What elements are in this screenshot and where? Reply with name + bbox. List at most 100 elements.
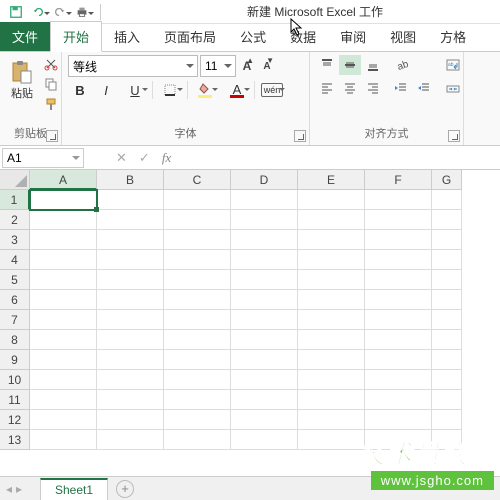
row-header[interactable]: 12 [0,410,30,430]
cell[interactable] [97,190,164,210]
cell[interactable] [365,250,432,270]
sheet-tab[interactable]: Sheet1 [40,478,108,500]
cell[interactable] [231,230,298,250]
fx-icon[interactable]: fx [162,150,171,166]
row-header[interactable]: 5 [0,270,30,290]
align-center-icon[interactable] [339,78,361,98]
wrap-text-icon[interactable]: ab [443,55,463,75]
copy-icon[interactable] [42,75,60,93]
align-left-icon[interactable] [316,78,338,98]
cell[interactable] [432,230,462,250]
cell[interactable] [164,390,231,410]
row-header[interactable]: 8 [0,330,30,350]
cell[interactable] [164,350,231,370]
redo-icon[interactable] [50,2,70,22]
col-header[interactable]: C [164,170,231,190]
select-all-corner[interactable] [0,170,30,190]
cell[interactable] [97,390,164,410]
cell[interactable] [231,370,298,390]
row-header[interactable]: 7 [0,310,30,330]
row-header[interactable]: 2 [0,210,30,230]
cell[interactable] [97,410,164,430]
row-header[interactable]: 9 [0,350,30,370]
tab-home[interactable]: 开始 [50,21,102,52]
col-header[interactable]: E [298,170,365,190]
cell[interactable] [30,330,97,350]
cell[interactable] [432,410,462,430]
printer-icon[interactable] [72,2,92,22]
cell[interactable] [231,410,298,430]
align-launcher[interactable] [448,130,460,142]
cell[interactable] [365,210,432,230]
cell[interactable] [298,310,365,330]
fill-color-button[interactable] [190,80,220,100]
cell[interactable] [231,270,298,290]
add-sheet-button[interactable]: + [116,480,134,498]
tab-review[interactable]: 审阅 [328,22,378,51]
cell[interactable] [231,290,298,310]
cell[interactable] [231,190,298,210]
cell[interactable] [97,270,164,290]
cell[interactable] [231,330,298,350]
sheet-nav-arrows[interactable]: ◂▸ [6,482,22,496]
cell[interactable] [164,270,231,290]
indent-decrease-icon[interactable] [390,78,412,98]
tab-insert[interactable]: 插入 [102,22,152,51]
cell[interactable] [298,430,365,450]
cell[interactable] [298,250,365,270]
cell[interactable] [432,310,462,330]
tab-square[interactable]: 方格 [428,22,478,51]
cell[interactable] [164,190,231,210]
cell[interactable] [30,210,97,230]
cell[interactable] [164,310,231,330]
cell[interactable] [97,310,164,330]
font-family-select[interactable]: 等线 [68,55,198,77]
save-icon[interactable] [6,2,26,22]
cell[interactable] [164,330,231,350]
cell[interactable] [298,230,365,250]
phonetic-button[interactable]: wén [257,80,287,100]
cell[interactable] [164,210,231,230]
row-header[interactable]: 1 [0,190,30,210]
cell[interactable] [97,370,164,390]
cell[interactable] [432,270,462,290]
cell[interactable] [365,410,432,430]
align-top-icon[interactable] [316,55,338,75]
cell[interactable] [298,190,365,210]
name-box[interactable]: A1 [2,148,84,168]
cell[interactable] [298,370,365,390]
italic-button[interactable]: I [94,80,118,100]
row-header[interactable]: 11 [0,390,30,410]
cell[interactable] [30,390,97,410]
cell[interactable] [231,210,298,230]
cell[interactable] [298,410,365,430]
clipboard-launcher[interactable] [46,130,58,142]
format-painter-icon[interactable] [42,95,60,113]
cell[interactable] [432,210,462,230]
cell[interactable] [432,350,462,370]
cell[interactable] [298,350,365,370]
cell[interactable] [365,270,432,290]
cell[interactable] [432,390,462,410]
cell[interactable] [97,250,164,270]
cell[interactable] [30,350,97,370]
underline-button[interactable]: U [120,80,150,100]
cell[interactable] [432,250,462,270]
cell[interactable] [164,430,231,450]
col-header[interactable]: G [432,170,462,190]
cell[interactable] [30,250,97,270]
font-color-button[interactable]: A [222,80,252,100]
paste-button[interactable]: 粘贴 [6,55,38,105]
border-button[interactable] [155,80,185,100]
cell[interactable] [365,290,432,310]
cell[interactable] [231,390,298,410]
cell[interactable] [164,290,231,310]
cell[interactable] [30,230,97,250]
cell[interactable] [298,270,365,290]
cell[interactable] [30,410,97,430]
col-header[interactable]: A [30,170,97,190]
font-launcher[interactable] [294,130,306,142]
cell[interactable] [30,430,97,450]
col-header[interactable]: D [231,170,298,190]
col-header[interactable]: F [365,170,432,190]
